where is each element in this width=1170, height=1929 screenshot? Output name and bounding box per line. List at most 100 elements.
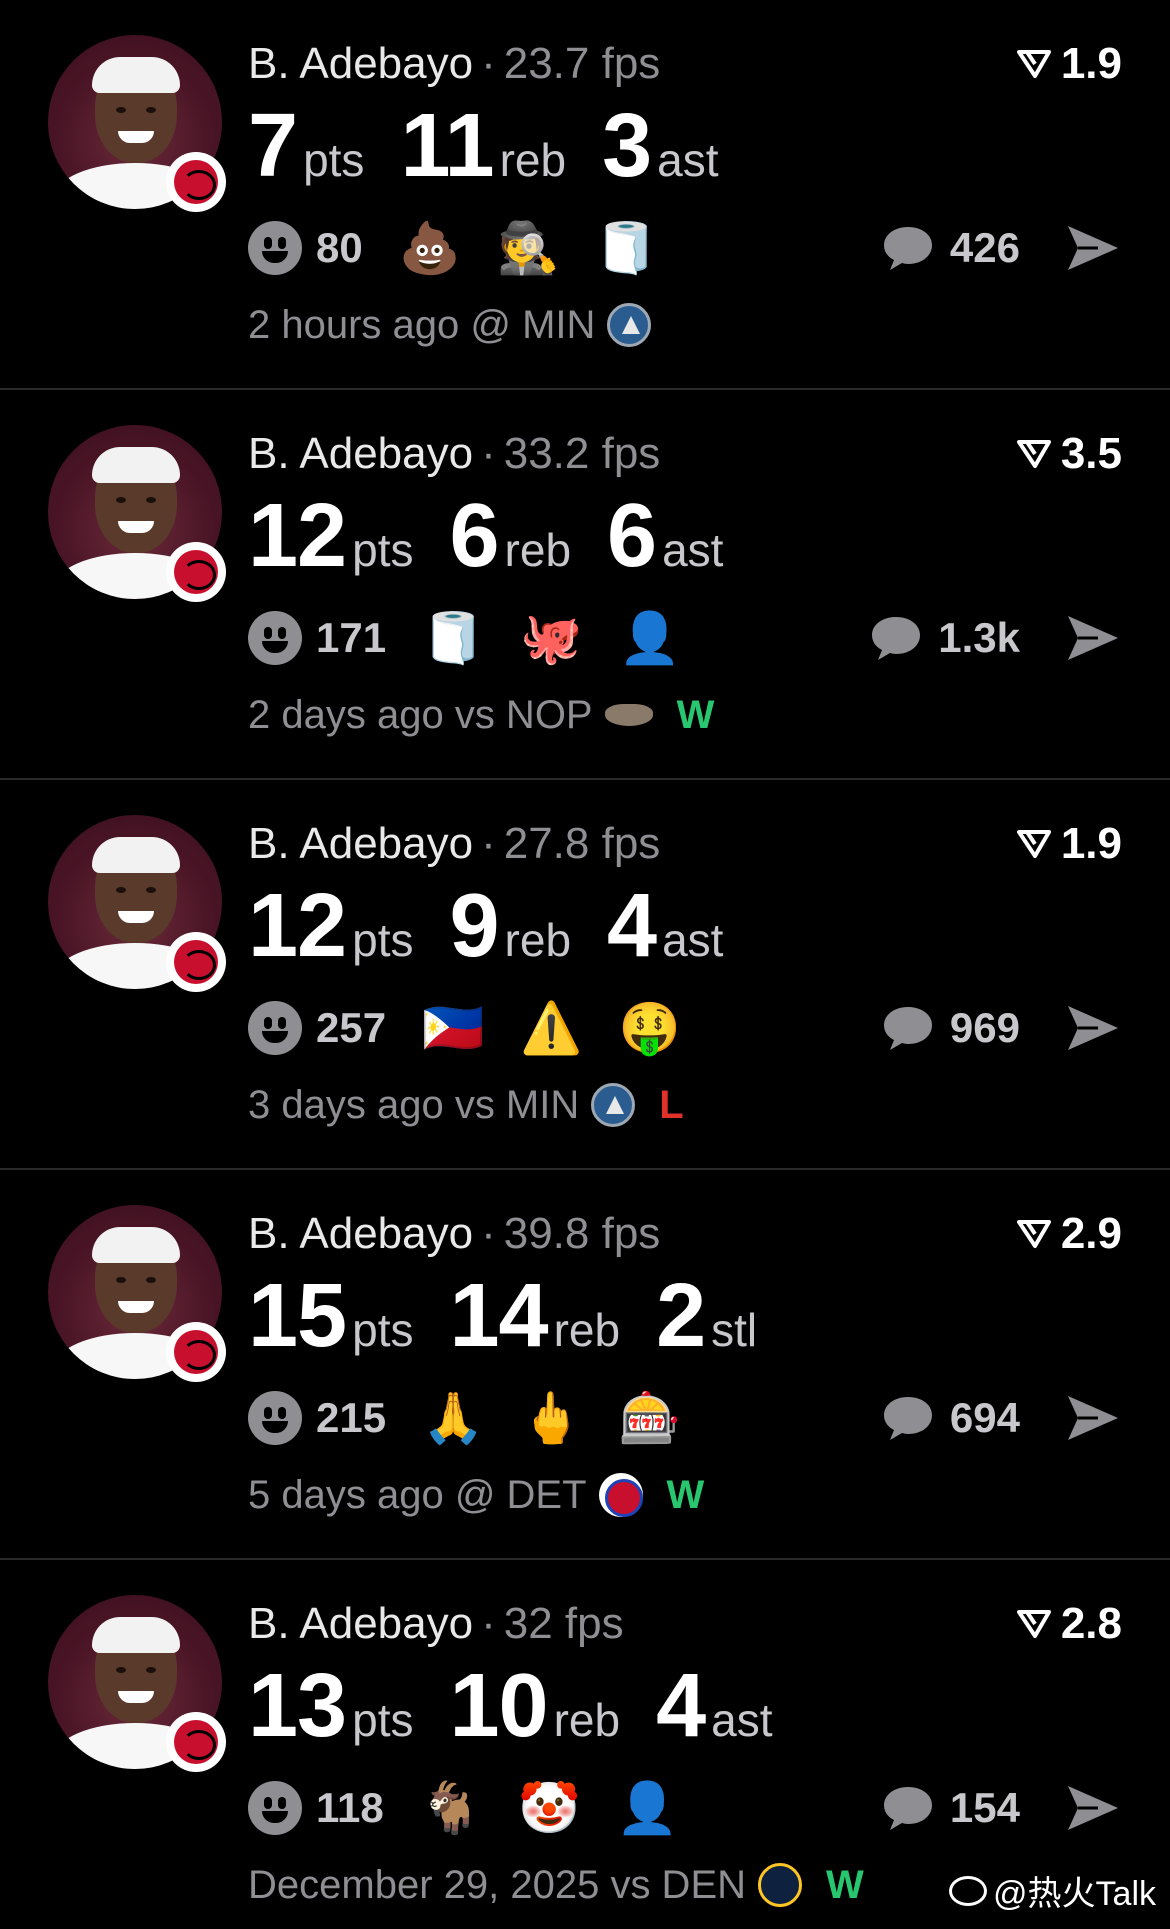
- reactions: 215 🙏 🖕 🎰: [248, 1388, 717, 1448]
- det-logo-icon: [598, 1473, 643, 1517]
- game-card[interactable]: B. Adebayo · 33.2 fps 3.5 12 pts 6 reb 6 ast …: [0, 390, 1170, 780]
- stat-item: 9 reb: [449, 876, 571, 976]
- comment-button[interactable]: 694: [880, 1388, 1020, 1448]
- react-smiley-icon[interactable]: [248, 221, 302, 275]
- stat-unit: reb: [504, 524, 572, 576]
- share-icon[interactable]: [1064, 612, 1122, 664]
- stat-item: 7 pts: [248, 96, 364, 196]
- rating[interactable]: 1.9: [1016, 38, 1122, 90]
- game-meta: 5 days ago @ DET W: [248, 1470, 704, 1520]
- stat-item: 6 ast: [607, 486, 723, 586]
- stat-value: 10: [449, 1656, 548, 1756]
- headband: [92, 1617, 180, 1653]
- rating[interactable]: 3.5: [1016, 428, 1122, 480]
- rating[interactable]: 2.9: [1016, 1208, 1122, 1260]
- react-smiley-icon[interactable]: [248, 1781, 302, 1835]
- stat-line: 7 pts 11 reb 3 ast: [248, 96, 755, 196]
- react-smiley-icon[interactable]: [248, 611, 302, 665]
- reaction-count: 80: [316, 224, 363, 271]
- reaction-emoji[interactable]: 🖕: [520, 1388, 582, 1448]
- stat-item: 12 pts: [248, 486, 413, 586]
- eye: [146, 887, 156, 893]
- stat-item: 13 pts: [248, 1656, 413, 1756]
- stat-item: 10 reb: [449, 1656, 620, 1756]
- react-smiley-icon[interactable]: [248, 1391, 302, 1445]
- reaction-count: 215: [316, 1394, 387, 1441]
- eye: [146, 1277, 156, 1283]
- stat-unit: reb: [553, 1304, 621, 1356]
- stat-value: 4: [607, 876, 657, 976]
- reaction-emoji[interactable]: 🧻: [422, 608, 484, 668]
- comment-bubble-icon: [883, 227, 932, 270]
- reaction-emoji[interactable]: 💩: [399, 218, 461, 278]
- den-logo-icon: [758, 1863, 803, 1907]
- comment-button[interactable]: 1.3k: [868, 608, 1020, 668]
- stat-value: 6: [607, 486, 657, 586]
- rating[interactable]: 2.8: [1016, 1598, 1122, 1650]
- game-result: W: [826, 1863, 864, 1907]
- comment-button[interactable]: 426: [880, 218, 1020, 278]
- stat-unit: pts: [352, 1304, 414, 1356]
- player-name[interactable]: B. Adebayo: [248, 39, 473, 88]
- game-meta: 2 hours ago @ MIN: [248, 300, 675, 350]
- game-result: L: [659, 1083, 684, 1127]
- rating[interactable]: 1.9: [1016, 818, 1122, 870]
- comment-button[interactable]: 969: [880, 998, 1020, 1058]
- reaction-emoji[interactable]: 🇵🇭: [422, 998, 484, 1058]
- reaction-emoji[interactable]: 🤡: [518, 1778, 580, 1838]
- rating-value: 2.8: [1060, 1599, 1122, 1648]
- card-header: B. Adebayo · 33.2 fps: [248, 428, 660, 480]
- share-icon[interactable]: [1064, 1392, 1122, 1444]
- reaction-emoji[interactable]: 🤑: [619, 998, 681, 1058]
- share-icon[interactable]: [1064, 1782, 1122, 1834]
- game-card[interactable]: B. Adebayo · 23.7 fps 1.9 7 pts 11 reb 3 ast …: [0, 0, 1170, 390]
- card-header: B. Adebayo · 39.8 fps: [248, 1208, 660, 1260]
- game-result: W: [666, 1473, 705, 1517]
- stat-unit: pts: [352, 1694, 414, 1746]
- player-name[interactable]: B. Adebayo: [248, 429, 473, 478]
- eye: [146, 497, 156, 503]
- heat-logo-icon: [166, 542, 226, 602]
- reaction-emoji[interactable]: 👤: [619, 608, 681, 668]
- headband: [92, 837, 180, 873]
- game-card[interactable]: B. Adebayo · 27.8 fps 1.9 12 pts 9 reb 4 ast …: [0, 780, 1170, 1170]
- card-header: B. Adebayo · 23.7 fps: [248, 38, 660, 90]
- player-name[interactable]: B. Adebayo: [248, 1209, 473, 1258]
- reaction-emoji[interactable]: ⚠️: [520, 998, 582, 1058]
- stat-unit: pts: [303, 134, 365, 186]
- comment-count: 426: [949, 224, 1020, 271]
- comment-count: 154: [949, 1784, 1020, 1831]
- share-icon[interactable]: [1064, 1002, 1122, 1054]
- fantasy-points: 32 fps: [503, 1599, 624, 1648]
- reaction-emoji[interactable]: 🕵: [497, 218, 559, 278]
- stat-item: 3 ast: [602, 96, 718, 196]
- reaction-emoji[interactable]: 🐐: [420, 1778, 482, 1838]
- reaction-emoji[interactable]: 🎰: [619, 1388, 681, 1448]
- rating-value: 3.5: [1060, 429, 1122, 478]
- stat-value: 13: [248, 1656, 347, 1756]
- rating-value: 1.9: [1060, 819, 1122, 868]
- reaction-emoji[interactable]: 🐙: [520, 608, 582, 668]
- stat-item: 2 stl: [656, 1266, 757, 1366]
- rating-value: 1.9: [1060, 39, 1122, 88]
- share-icon[interactable]: [1064, 222, 1122, 274]
- game-result: W: [676, 693, 715, 737]
- comment-button[interactable]: 154: [880, 1778, 1020, 1838]
- reaction-emoji[interactable]: 👤: [616, 1778, 678, 1838]
- reaction-emoji[interactable]: 🧻: [595, 218, 657, 278]
- stat-value: 7: [248, 96, 298, 196]
- stat-unit: pts: [352, 914, 414, 966]
- react-smiley-icon[interactable]: [248, 1001, 302, 1055]
- card-header: B. Adebayo · 27.8 fps: [248, 818, 660, 870]
- player-name[interactable]: B. Adebayo: [248, 1599, 473, 1648]
- game-card[interactable]: B. Adebayo · 39.8 fps 2.9 15 pts 14 reb 2 stl…: [0, 1170, 1170, 1560]
- eye: [116, 107, 126, 113]
- min-logo-icon: [591, 1083, 636, 1127]
- rating-arrow-icon: [1016, 1220, 1051, 1248]
- comment-count: 969: [949, 1004, 1020, 1051]
- stat-unit: pts: [352, 524, 414, 576]
- reaction-emoji[interactable]: 🙏: [422, 1388, 484, 1448]
- stat-unit: reb: [504, 914, 572, 966]
- stat-unit: reb: [553, 1694, 621, 1746]
- player-name[interactable]: B. Adebayo: [248, 819, 473, 868]
